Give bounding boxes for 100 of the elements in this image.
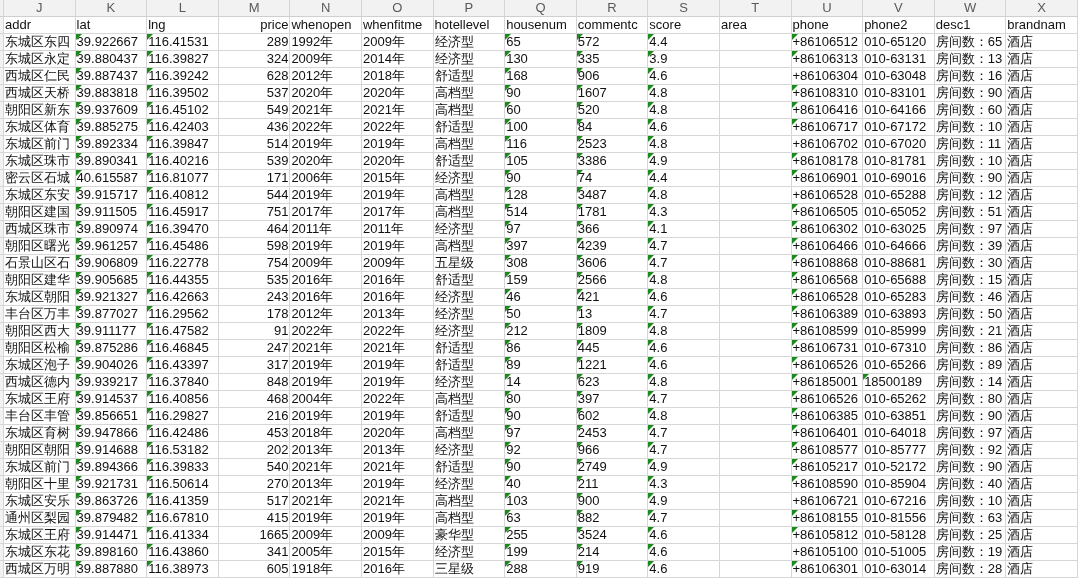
table-cell: 1992年 [291, 34, 334, 50]
table-cell: 4.6 [649, 289, 668, 305]
table-cell: 116.39502 [148, 85, 209, 101]
table-cell: 848 [266, 374, 289, 390]
table-cell: 房间数：19 [935, 544, 1003, 560]
table-cell: 84 [577, 119, 593, 135]
table-cell: 453 [266, 425, 289, 441]
header-cell: area [720, 17, 747, 33]
table-cell: 密云区石城 [5, 170, 70, 186]
column-letter[interactable]: S [679, 0, 688, 16]
table-cell: 高档型 [434, 136, 474, 152]
table-cell: 2022年 [362, 323, 405, 339]
table-cell: 2013年 [291, 476, 334, 492]
table-cell: 116.40216 [148, 153, 209, 169]
table-cell: 39.880437 [76, 51, 139, 67]
table-cell: 2019年 [291, 238, 334, 254]
table-cell: 397 [577, 391, 600, 407]
table-cell: 39.892334 [76, 136, 139, 152]
table-cell: 18500189 [864, 374, 922, 390]
table-cell: 房间数：65 [935, 34, 1003, 50]
header-cell: phone2 [864, 17, 908, 33]
column-letter[interactable]: X [1037, 0, 1046, 16]
table-cell: 2022年 [362, 391, 405, 407]
table-cell: 朝阳区朝阳 [5, 442, 70, 458]
table-cell: 116.39847 [148, 136, 209, 152]
table-cell: 010-58128 [864, 527, 927, 543]
column-letter[interactable]: U [822, 0, 832, 16]
table-cell: 4.8 [649, 272, 668, 288]
table-cell: 010-65283 [864, 289, 927, 305]
table-cell: 50 [506, 306, 521, 322]
column-letter[interactable]: Q [535, 0, 546, 16]
table-cell: 4.8 [649, 323, 668, 339]
table-cell: 2019年 [291, 408, 334, 424]
table-cell: 4.6 [649, 357, 668, 373]
table-cell: 130 [506, 51, 528, 67]
column-letter[interactable]: V [894, 0, 903, 16]
table-cell: +86106416 [792, 102, 858, 118]
table-cell: 2013年 [291, 442, 334, 458]
column-letter[interactable]: N [320, 0, 331, 16]
table-cell: 4.8 [649, 374, 668, 390]
table-cell: 13 [577, 306, 593, 322]
column-letter[interactable]: T [751, 0, 760, 16]
table-cell: 270 [266, 476, 289, 492]
table-cell: 4239 [577, 238, 607, 254]
table-cell: 房间数：25 [935, 527, 1003, 543]
table-cell: 86 [506, 340, 521, 356]
column-letter[interactable]: J [36, 0, 43, 16]
column-letter[interactable]: R [607, 0, 617, 16]
table-cell: 010-65688 [864, 272, 927, 288]
table-cell: 酒店 [1007, 187, 1034, 203]
table-cell: 高档型 [434, 187, 474, 203]
table-cell: 4.1 [649, 221, 668, 237]
table-cell: 房间数：21 [935, 323, 1003, 339]
table-cell: 房间数：10 [935, 493, 1003, 509]
table-cell: 酒店 [1007, 561, 1034, 577]
table-cell: 2021年 [291, 493, 334, 509]
table-cell: 4.7 [649, 391, 668, 407]
table-cell: 房间数：15 [935, 272, 1003, 288]
table-cell: 东城区东四 [5, 34, 70, 50]
column-letter[interactable]: P [464, 0, 474, 16]
table-cell: 39.898160 [76, 544, 139, 560]
table-cell: 酒店 [1007, 289, 1034, 305]
table-cell: 3487 [577, 187, 607, 203]
table-cell: 39.911505 [76, 204, 138, 220]
table-cell: 128 [506, 187, 528, 203]
table-cell: 酒店 [1007, 221, 1034, 237]
table-cell: 39.914471 [76, 527, 139, 543]
table-cell: 2014年 [362, 51, 405, 67]
table-cell: 2021年 [362, 102, 405, 118]
table-cell: 39.914688 [76, 442, 139, 458]
table-cell: 010-65120 [864, 34, 927, 50]
table-cell: 朝阳区松榆 [5, 340, 70, 356]
table-cell: 2018年 [362, 68, 405, 84]
table-cell: 90 [506, 170, 521, 186]
table-cell: 酒店 [1007, 544, 1034, 560]
table-cell: 468 [266, 391, 289, 407]
table-cell: 4.8 [649, 102, 668, 118]
table-cell: 舒适型 [434, 272, 474, 288]
column-letter[interactable]: K [106, 0, 116, 16]
table-cell: 通州区梨园 [5, 510, 70, 526]
column-letter[interactable]: M [248, 0, 260, 16]
table-cell: 4.3 [649, 476, 668, 492]
header-cell: whenopen [291, 17, 352, 33]
column-letter[interactable]: O [392, 0, 403, 16]
table-cell: 010-64166 [864, 102, 927, 118]
table-cell: 酒店 [1007, 68, 1034, 84]
table-cell: 高档型 [434, 85, 474, 101]
table-cell: 西城区天桥 [5, 85, 70, 101]
table-cell: 东城区前门 [5, 459, 70, 475]
table-cell: 2009年 [362, 255, 405, 271]
table-cell: 房间数：90 [935, 85, 1003, 101]
column-letter[interactable]: L [178, 0, 187, 16]
header-cell: desc1 [935, 17, 971, 33]
table-cell: 2015年 [362, 170, 405, 186]
table-cell: 116 [506, 136, 527, 152]
table-cell: 010-88681 [864, 255, 927, 271]
table-cell: 房间数：50 [935, 306, 1003, 322]
column-letter[interactable]: W [963, 0, 977, 16]
table-cell: 010-51005 [864, 544, 927, 560]
table-cell: 90 [506, 459, 521, 475]
